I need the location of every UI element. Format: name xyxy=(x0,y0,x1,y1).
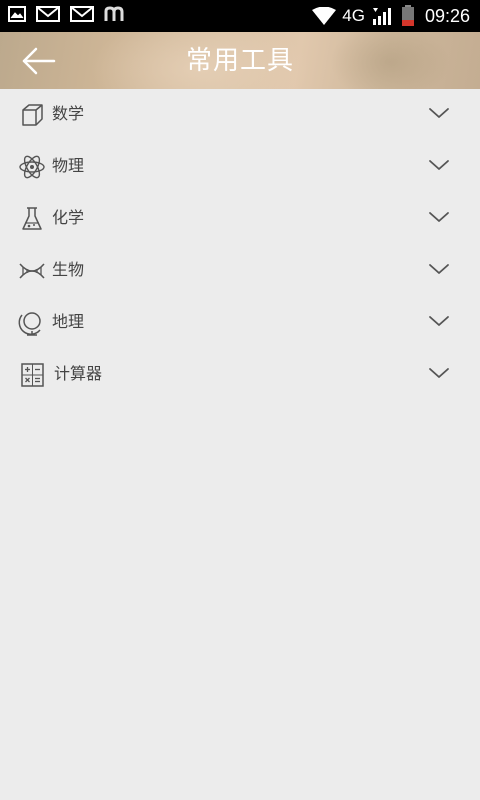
flask-icon xyxy=(22,207,42,230)
m-app-icon xyxy=(104,6,124,21)
mail-icon xyxy=(70,6,94,22)
tool-label: 数学 xyxy=(52,104,85,123)
tool-label: 化学 xyxy=(52,208,85,227)
wifi-icon xyxy=(312,7,337,25)
network-type: 4G xyxy=(342,6,365,25)
tool-item-physics[interactable]: 物理 xyxy=(0,141,480,193)
chevron-down-icon xyxy=(429,212,449,222)
battery-icon xyxy=(401,5,414,26)
chevron-down-icon xyxy=(429,160,449,170)
chevron-down-icon xyxy=(429,316,449,326)
dna-icon xyxy=(19,263,45,279)
tool-label: 计算器 xyxy=(54,364,103,383)
tool-label: 生物 xyxy=(52,260,85,279)
chevron-down-icon xyxy=(429,264,449,274)
clock: 09:26 xyxy=(424,6,470,26)
gallery-icon xyxy=(8,6,26,22)
tool-list: 数学 物理 化学 生物 地理 计算器 xyxy=(0,89,480,401)
mail-icon xyxy=(36,6,60,22)
chevron-down-icon xyxy=(429,108,449,118)
globe-icon xyxy=(18,312,41,336)
cube-icon xyxy=(22,104,43,126)
tool-item-geography[interactable]: 地理 xyxy=(0,297,480,349)
tool-label: 地理 xyxy=(52,312,85,331)
tool-item-math[interactable]: 数学 xyxy=(0,89,480,141)
tool-label: 物理 xyxy=(52,156,85,175)
chevron-down-icon xyxy=(429,368,449,378)
signal-icon xyxy=(372,8,391,25)
app-bar: 常用工具 xyxy=(0,32,480,89)
page-title: 常用工具 xyxy=(185,46,294,76)
tool-item-calculator[interactable]: 计算器 xyxy=(0,349,480,401)
tool-item-biology[interactable]: 生物 xyxy=(0,245,480,297)
status-bar: 4G 09:26 xyxy=(0,0,480,32)
calculator-icon xyxy=(21,363,44,387)
tool-item-chemistry[interactable]: 化学 xyxy=(0,193,480,245)
atom-icon xyxy=(19,155,45,179)
